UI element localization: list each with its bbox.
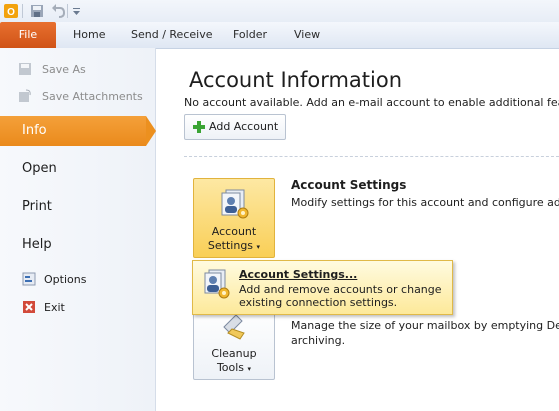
quick-access-toolbar: O	[0, 0, 559, 22]
dropdown-arrow-icon: ▾	[247, 365, 252, 373]
account-label: Account	[211, 225, 257, 238]
qat-separator	[22, 4, 23, 18]
cleanup-description-line: Manage the size of your mailbox by empty…	[291, 319, 559, 332]
plus-icon	[193, 121, 205, 133]
undo-icon[interactable]	[50, 3, 66, 19]
no-account-message: No account available. Add an e-mail acco…	[184, 96, 559, 109]
save-as-label: Save As	[42, 63, 86, 76]
account-settings-menu-description: Add and remove accounts or change existi…	[239, 283, 442, 309]
add-account-label: Add Account	[209, 120, 279, 133]
tab-view[interactable]: View	[294, 22, 320, 48]
save-attachments-command[interactable]: Save Attachments	[19, 89, 143, 103]
settings-label: Settings ▾	[207, 239, 261, 252]
backstage-nav: Save As Save Attachments Info Open Print…	[0, 48, 156, 411]
exit-icon	[23, 301, 35, 313]
file-tab[interactable]: File	[0, 22, 56, 48]
nav-open-label: Open	[22, 161, 57, 176]
exit-command[interactable]: Exit	[44, 301, 65, 314]
dropdown-arrow-icon: ▾	[256, 243, 261, 251]
svg-text:O: O	[7, 7, 15, 18]
outlook-logo-icon: O	[4, 4, 18, 18]
cleanup-tools-button[interactable]: Cleanup Tools ▾	[193, 306, 275, 380]
tools-label: Tools ▾	[216, 361, 252, 374]
nav-print[interactable]: Print	[0, 192, 155, 222]
account-settings-menu-item[interactable]: Account Settings...	[239, 268, 357, 281]
save-as-icon	[19, 63, 31, 75]
nav-print-label: Print	[22, 199, 52, 214]
add-account-button[interactable]: Add Account	[184, 114, 286, 140]
options-icon	[22, 272, 36, 286]
save-attachments-icon	[19, 89, 31, 102]
nav-info-label: Info	[22, 123, 47, 138]
selected-arrow-icon	[146, 116, 156, 146]
tab-folder[interactable]: Folder	[233, 22, 267, 48]
nav-help[interactable]: Help	[0, 230, 155, 260]
save-icon[interactable]	[29, 3, 45, 19]
account-settings-heading: Account Settings	[291, 178, 407, 192]
section-divider	[184, 156, 559, 157]
account-settings-dropdown[interactable]: Account Settings... Add and remove accou…	[192, 260, 453, 315]
account-settings-button[interactable]: Account Settings ▾	[193, 178, 275, 258]
tab-home[interactable]: Home	[73, 22, 105, 48]
nav-help-label: Help	[22, 237, 52, 252]
save-attachments-label: Save Attachments	[42, 90, 143, 103]
nav-open[interactable]: Open	[0, 154, 155, 184]
cleanup-label: Cleanup	[211, 347, 257, 360]
cleanup-tools-icon	[223, 314, 245, 340]
nav-info[interactable]: Info	[0, 116, 156, 146]
customize-qat-icon[interactable]	[72, 3, 82, 19]
cleanup-description: Manage the size of your mailbox by empty…	[291, 318, 559, 348]
account-settings-description: Modify settings for this account and con…	[291, 196, 559, 209]
tab-send-receive[interactable]: Send / Receive	[131, 22, 212, 48]
page-title: Account Information	[189, 68, 403, 92]
account-settings-menu-icon	[204, 269, 230, 299]
cleanup-description-line: archiving.	[291, 334, 346, 347]
save-as-command[interactable]: Save As	[19, 63, 86, 76]
options-command[interactable]: Options	[44, 273, 86, 286]
account-settings-icon	[221, 189, 249, 219]
qat-separator	[67, 4, 68, 18]
